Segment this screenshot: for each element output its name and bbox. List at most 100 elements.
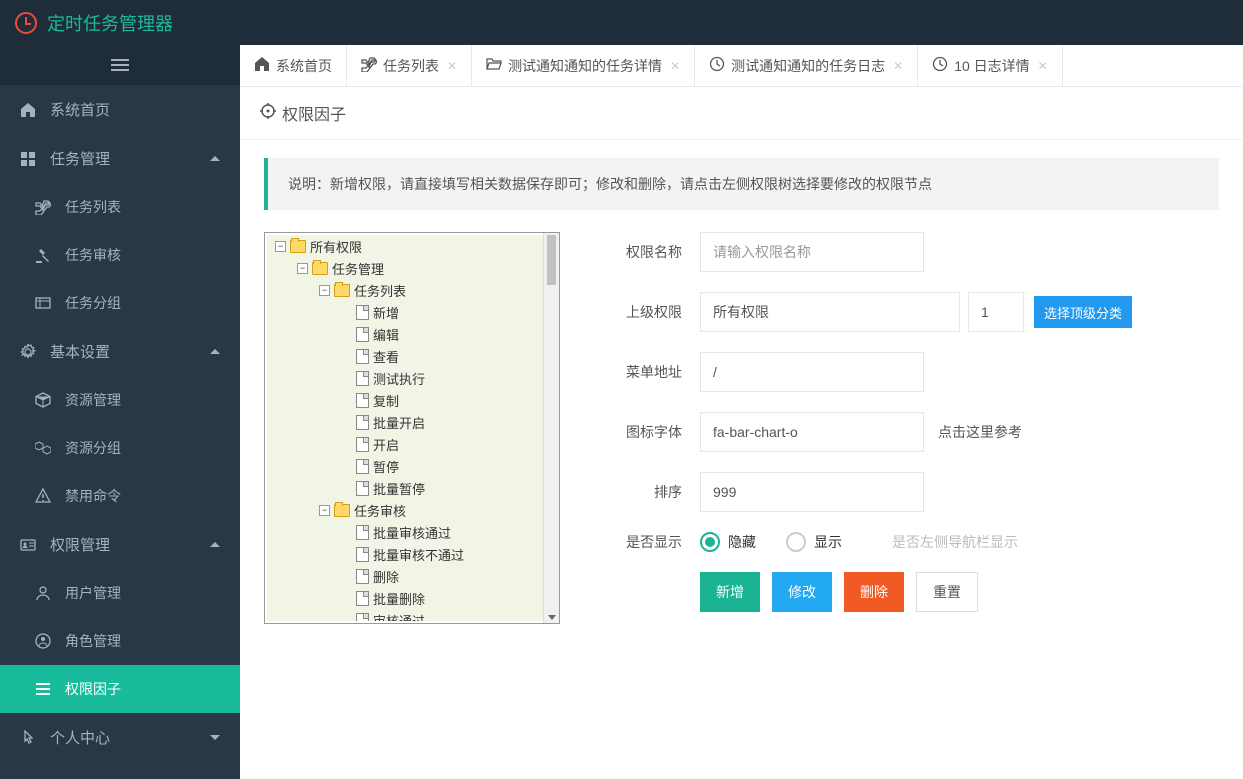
- clock-icon: [15, 12, 37, 34]
- tree-node[interactable]: −任务列表: [267, 280, 543, 300]
- clock-icon: [709, 56, 725, 75]
- icon-reference-link[interactable]: 点击这里参考: [938, 422, 1022, 442]
- tree-node[interactable]: 测试执行: [267, 368, 543, 388]
- sidebar-item-4[interactable]: 任务分组: [0, 279, 240, 327]
- tree-node[interactable]: 开启: [267, 434, 543, 454]
- tree-node[interactable]: 批量审核不通过: [267, 544, 543, 564]
- sidebar-item-1[interactable]: 任务管理: [0, 134, 240, 183]
- sidebar-item-label: 系统首页: [50, 99, 110, 120]
- user-icon: [35, 585, 55, 601]
- edit-button[interactable]: 修改: [772, 572, 832, 612]
- url-input[interactable]: [700, 352, 924, 392]
- tree-node-label: 新增: [373, 303, 399, 322]
- file-icon: [356, 591, 369, 606]
- chevron-up-icon: [210, 542, 220, 547]
- display-show-radio[interactable]: 显示: [786, 532, 842, 552]
- sidebar-item-11[interactable]: 角色管理: [0, 617, 240, 665]
- tree-toggle-icon[interactable]: −: [297, 263, 308, 274]
- sort-input[interactable]: [700, 472, 924, 512]
- pointer-icon: [20, 730, 40, 746]
- random-icon: [35, 199, 55, 215]
- icon-input[interactable]: [700, 412, 924, 452]
- tab-3[interactable]: 测试通知通知的任务日志✕: [695, 45, 918, 86]
- close-icon[interactable]: ✕: [670, 59, 680, 73]
- tree-node[interactable]: −任务管理: [267, 258, 543, 278]
- sidebar-item-label: 任务审核: [65, 245, 121, 265]
- file-icon: [356, 613, 369, 622]
- tab-0[interactable]: 系统首页: [240, 45, 347, 86]
- crosshair-icon: [260, 103, 276, 124]
- sidebar-item-0[interactable]: 系统首页: [0, 85, 240, 134]
- parent-id-input[interactable]: [968, 292, 1024, 332]
- sidebar-item-8[interactable]: 禁用命令: [0, 472, 240, 520]
- logo[interactable]: 定时任务管理器: [15, 10, 173, 36]
- add-button[interactable]: 新增: [700, 572, 760, 612]
- parent-label: 上级权限: [600, 302, 700, 322]
- tab-4[interactable]: 10 日志详情✕: [918, 45, 1063, 86]
- tree-node[interactable]: − 所有权限: [267, 236, 543, 256]
- tree-toggle-icon[interactable]: −: [319, 285, 330, 296]
- sidebar-item-label: 任务列表: [65, 197, 121, 217]
- page-title-bar: 权限因子: [240, 87, 1243, 140]
- tree-toggle-icon[interactable]: −: [319, 505, 330, 516]
- radio-icon: [700, 532, 720, 552]
- tree-toggle-icon[interactable]: −: [275, 241, 286, 252]
- chevron-up-icon: [210, 349, 220, 354]
- name-input[interactable]: [700, 232, 924, 272]
- tree-node[interactable]: 批量审核通过: [267, 522, 543, 542]
- display-hidden-radio[interactable]: 隐藏: [700, 532, 756, 552]
- sort-label: 排序: [600, 482, 700, 502]
- sidebar-item-9[interactable]: 权限管理: [0, 520, 240, 569]
- sidebar-item-5[interactable]: 基本设置: [0, 327, 240, 376]
- icon-label: 图标字体: [600, 422, 700, 442]
- tree-node[interactable]: −任务审核: [267, 500, 543, 520]
- tab-1[interactable]: 任务列表 ✕: [347, 45, 472, 86]
- sidebar-item-2[interactable]: 任务列表: [0, 183, 240, 231]
- display-hint: 是否左侧导航栏显示: [892, 532, 1018, 552]
- tree-node[interactable]: 删除: [267, 566, 543, 586]
- folder-icon: [334, 504, 350, 517]
- page-title: 权限因子: [282, 101, 346, 125]
- tree-node[interactable]: 批量暂停: [267, 478, 543, 498]
- sidebar-toggle[interactable]: [0, 45, 240, 85]
- reset-button[interactable]: 重置: [916, 572, 978, 612]
- warning-icon: [35, 488, 55, 504]
- sidebar-item-3[interactable]: 任务审核: [0, 231, 240, 279]
- sidebar-item-13[interactable]: 个人中心: [0, 713, 240, 762]
- tree-node[interactable]: 暂停: [267, 456, 543, 476]
- tree-scrollbar[interactable]: [543, 233, 559, 623]
- tree-node-label: 复制: [373, 391, 399, 410]
- tree-node[interactable]: 复制: [267, 390, 543, 410]
- tree-node-label: 批量审核不通过: [373, 545, 464, 564]
- sidebar-item-label: 基本设置: [50, 341, 110, 362]
- sidebar-item-7[interactable]: 资源分组: [0, 424, 240, 472]
- parent-input[interactable]: [700, 292, 960, 332]
- file-icon: [356, 569, 369, 584]
- select-top-button[interactable]: 选择顶级分类: [1034, 296, 1132, 328]
- app-title: 定时任务管理器: [47, 10, 173, 36]
- sidebar-item-12[interactable]: 权限因子: [0, 665, 240, 713]
- close-icon[interactable]: ✕: [447, 59, 457, 73]
- file-icon: [356, 459, 369, 474]
- main: 系统首页任务列表✕测试通知通知的任务详情✕测试通知通知的任务日志✕10 日志详情…: [240, 45, 1243, 779]
- tree-node[interactable]: 批量开启: [267, 412, 543, 432]
- delete-button[interactable]: 删除: [844, 572, 904, 612]
- permission-tree[interactable]: −所有权限−任务管理−任务列表新增编辑查看测试执行复制批量开启开启暂停批量暂停−…: [267, 235, 543, 621]
- tree-node-label: 所有权限: [310, 237, 362, 256]
- tab-label: 任务列表: [383, 56, 439, 76]
- tab-2[interactable]: 测试通知通知的任务详情✕: [472, 45, 695, 86]
- file-icon: [356, 327, 369, 342]
- folder-icon: [290, 240, 306, 253]
- sidebar-item-6[interactable]: 资源管理: [0, 376, 240, 424]
- sidebar-item-10[interactable]: 用户管理: [0, 569, 240, 617]
- sidebar-item-label: 角色管理: [65, 631, 121, 651]
- sidebar-item-label: 任务管理: [50, 148, 110, 169]
- close-icon[interactable]: ✕: [893, 59, 903, 73]
- tree-node[interactable]: 编辑: [267, 324, 543, 344]
- tree-node[interactable]: 审核通过: [267, 610, 543, 621]
- file-icon: [356, 437, 369, 452]
- tree-node[interactable]: 新增: [267, 302, 543, 322]
- close-icon[interactable]: ✕: [1038, 59, 1048, 73]
- tree-node[interactable]: 查看: [267, 346, 543, 366]
- tree-node[interactable]: 批量删除: [267, 588, 543, 608]
